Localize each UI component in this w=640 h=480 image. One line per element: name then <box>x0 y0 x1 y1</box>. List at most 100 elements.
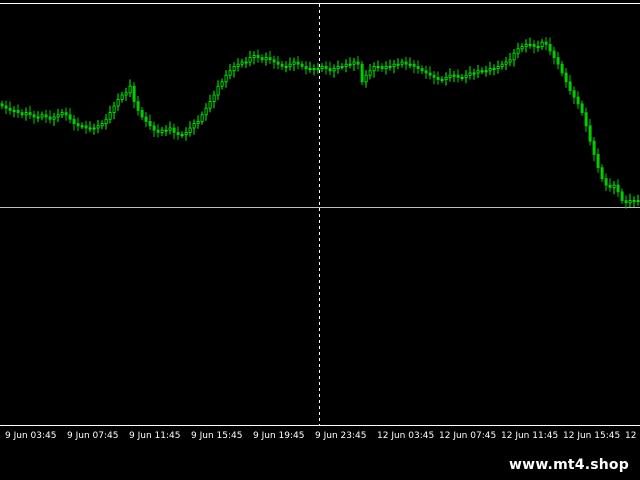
candle-body <box>616 184 620 193</box>
candle-body <box>396 63 400 66</box>
candle-body <box>384 66 388 70</box>
candle-body <box>60 112 64 116</box>
watermark-text: www.mt4.shop <box>509 457 629 473</box>
candle-body <box>512 52 516 61</box>
candle-body <box>196 121 200 125</box>
candle-body <box>176 131 180 135</box>
candle-body <box>500 63 504 67</box>
candle-body <box>20 112 24 116</box>
candle-body <box>612 184 616 188</box>
candle-body <box>248 57 252 63</box>
candle-body <box>212 94 216 102</box>
candle-body <box>476 70 480 74</box>
candle-body <box>620 191 624 202</box>
candle-body <box>64 112 68 116</box>
candle-body <box>596 153 600 168</box>
candle-body <box>312 68 316 70</box>
candle-body <box>292 61 296 65</box>
candle-body <box>40 114 44 118</box>
candle-body <box>532 44 536 48</box>
candle-body <box>0 103 4 107</box>
candle-body <box>220 81 224 87</box>
candle-body <box>388 66 392 68</box>
candle-body <box>424 70 428 74</box>
candle-body <box>192 123 196 129</box>
candle-body <box>632 200 636 203</box>
candle-body <box>488 68 492 72</box>
candle-body <box>544 41 548 45</box>
candle-body <box>508 59 512 63</box>
x-tick-label: 9 Jun 23:45 <box>315 431 367 441</box>
candle-body <box>328 68 332 72</box>
candle-body <box>4 105 8 109</box>
candle-body <box>84 125 88 129</box>
candle-body <box>316 68 320 70</box>
candle-body <box>576 96 580 105</box>
candle-body <box>132 85 136 102</box>
candle-body <box>484 70 488 73</box>
candle-body <box>456 74 460 78</box>
x-tick-label: 9 Jun 03:45 <box>5 431 57 441</box>
candle-body <box>272 59 276 63</box>
candle-body <box>92 127 96 130</box>
candle-body <box>636 200 640 203</box>
candle-body <box>556 57 560 65</box>
candle-body <box>100 123 104 127</box>
candle-body <box>12 110 16 112</box>
candle-body <box>516 48 520 54</box>
watermark-badge: www.mt4.shop <box>498 450 640 480</box>
candle-body <box>496 66 500 70</box>
candle-body <box>120 94 124 100</box>
candle-body <box>52 116 56 120</box>
candle-body <box>168 127 172 131</box>
candle-body <box>344 63 348 67</box>
candle-body <box>432 74 436 78</box>
candle-body <box>268 57 272 61</box>
candle-body <box>520 46 524 50</box>
x-tick-label: 9 Jun 07:45 <box>67 431 119 441</box>
candle-body <box>408 63 412 66</box>
candle-body <box>308 68 312 70</box>
candle-body <box>80 125 84 128</box>
candle-body <box>276 61 280 65</box>
candle-body <box>324 66 328 70</box>
chart-frame-top <box>0 3 640 4</box>
candle-body <box>548 44 552 52</box>
candle-body <box>472 72 476 75</box>
candle-body <box>112 105 116 113</box>
candle-body <box>352 61 356 65</box>
candle-body <box>568 81 572 92</box>
candle-body <box>376 66 380 68</box>
candle-body <box>564 72 568 83</box>
candle-body <box>536 46 540 48</box>
candle-body <box>416 66 420 70</box>
candle-body <box>228 70 232 76</box>
candle-body <box>364 74 368 83</box>
candle-body <box>492 68 496 70</box>
candle-body <box>72 118 76 124</box>
candle-body <box>540 41 544 48</box>
candle-body <box>24 112 28 116</box>
candle-body <box>68 114 72 120</box>
candle-body <box>448 74 452 78</box>
candle-body <box>148 121 152 127</box>
candle-body <box>588 125 592 142</box>
candle-body <box>124 92 128 96</box>
candle-body <box>164 129 168 132</box>
candle-body <box>452 74 456 77</box>
candle-body <box>572 90 576 98</box>
candle-body <box>560 63 564 74</box>
candle-body <box>252 55 256 59</box>
x-tick-label: 12 Jun 11:45 <box>501 431 559 441</box>
candle-body <box>244 61 248 64</box>
candle-body <box>280 63 284 67</box>
x-tick-label: 12 <box>625 431 637 441</box>
candle-body <box>204 107 208 116</box>
x-tick-label: 12 Jun 03:45 <box>377 431 435 441</box>
candle-body <box>200 114 204 122</box>
candle-body <box>296 61 300 65</box>
candle-body <box>436 77 440 81</box>
candle-body <box>460 77 464 79</box>
x-tick-label: 9 Jun 15:45 <box>191 431 243 441</box>
candle-body <box>128 85 132 94</box>
